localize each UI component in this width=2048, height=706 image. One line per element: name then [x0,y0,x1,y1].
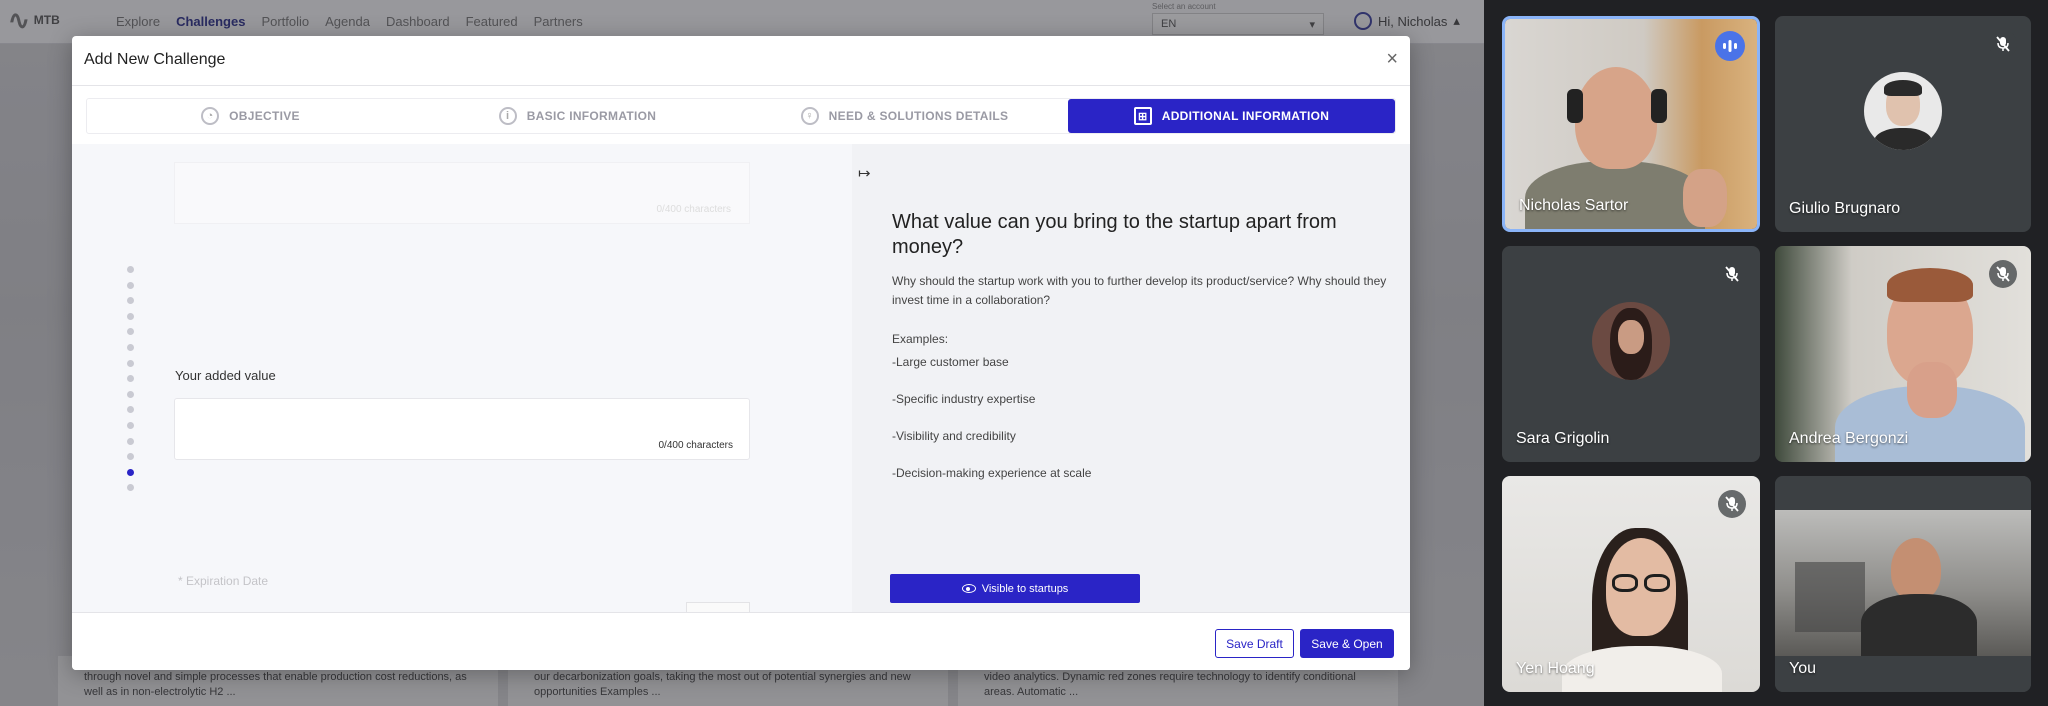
grid-plus-icon: ⊞ [1133,107,1152,125]
section-progress-dot[interactable] [127,406,134,414]
modal-title: Add New Challenge [84,51,226,68]
shared-screen: ∿ MTB Explore Challenges Portfolio Agend… [0,0,1484,706]
participant-name: Yen Hoang [1516,660,1595,677]
participant-name: Sara Grigolin [1516,430,1610,447]
save-draft-button[interactable]: Save Draft [1215,629,1294,658]
example-item: -Specific industry expertise [892,392,1036,406]
collapse-panel-icon[interactable]: ↦ [858,164,871,182]
visible-to-startups-button[interactable]: Visible to startups [890,574,1140,603]
video-shape [1644,574,1670,592]
step-label: ADDITIONAL INFORMATION [1161,109,1330,123]
add-challenge-modal: Add New Challenge × ◔ OBJECTIVE i BASIC … [72,36,1410,670]
video-shape [1683,169,1727,227]
section-progress-dot[interactable] [127,266,134,273]
step-objective[interactable]: ◔ OBJECTIVE [87,99,414,133]
modal-footer: Save Draft Save & Open [72,612,1410,670]
section-progress-dot[interactable] [127,437,134,445]
video-shape [1651,89,1667,123]
help-examples: Examples: -Large customer base -Specific… [892,330,1392,501]
microphone-off-icon [1718,490,1746,518]
example-item: -Visibility and credibility [892,429,1016,443]
participant-name: Andrea Bergonzi [1789,430,1909,447]
step-label: NEED & SOLUTIONS DETAILS [828,109,1009,123]
close-icon[interactable]: × [1386,48,1398,71]
info-icon: i [498,107,517,125]
section-progress-dot[interactable] [127,343,134,351]
wizard-stepper: ◔ OBJECTIVE i BASIC INFORMATION ♀ NEED &… [86,98,1396,134]
form-pane: 0/400 characters Your added value 0/400 … [72,144,852,622]
char-counter: 0/400 characters [658,440,734,451]
video-shape [1612,574,1638,592]
eye-icon [961,584,976,593]
speaking-indicator-icon [1715,31,1745,61]
video-shape [1618,320,1644,354]
video-shape [1907,362,1957,418]
video-shape [1891,538,1941,600]
step-basic-information[interactable]: i BASIC INFORMATION [414,99,741,133]
step-additional-information[interactable]: ⊞ ADDITIONAL INFORMATION [1068,99,1395,133]
participant-avatar [1592,302,1670,380]
added-value-label: Your added value [175,368,276,383]
section-progress-dot[interactable] [127,484,134,492]
objective-icon: ◔ [201,107,220,125]
video-shape [1874,128,1932,150]
step-need-solutions-details[interactable]: ♀ NEED & SOLUTIONS DETAILS [741,99,1068,133]
microphone-off-icon [1718,260,1746,288]
participant-name: Giulio Brugnaro [1789,200,1901,217]
section-progress-dot[interactable] [127,390,134,398]
lightbulb-icon: ♀ [800,107,819,125]
help-description: Why should the startup work with you to … [892,274,1387,307]
section-progress-dot[interactable] [127,359,134,367]
section-progress-dot[interactable] [127,328,134,336]
participant-tile[interactable]: Nicholas Sartor [1502,16,1760,232]
added-value-textarea[interactable]: 0/400 characters [174,398,750,460]
visible-button-label: Visible to startups [981,582,1069,595]
section-progress-dot[interactable] [127,297,134,305]
examples-title: Examples: [892,332,949,346]
step-label: OBJECTIVE [229,109,300,123]
help-pane: ↦ What value can you bring to the startu… [852,144,1410,612]
participant-tile[interactable]: Sara Grigolin [1502,246,1760,462]
section-progress-dot[interactable] [127,312,134,320]
video-shape [1861,594,1977,656]
previous-textarea[interactable]: 0/400 characters [174,162,750,224]
microphone-off-icon [1989,30,2017,58]
section-progress-dot[interactable] [127,421,134,429]
participant-tile[interactable]: You [1775,476,2031,692]
help-title: What value can you bring to the startup … [892,211,1337,258]
char-counter: 0/400 characters [656,204,732,215]
example-item: -Large customer base [892,355,1009,369]
video-shape [1567,89,1583,123]
participant-name: Nicholas Sartor [1519,197,1629,214]
participant-name: You [1789,660,1816,677]
participant-tile[interactable]: Yen Hoang [1502,476,1760,692]
microphone-off-icon [1989,260,2017,288]
modal-header: Add New Challenge × [72,36,1410,86]
participant-tile[interactable]: Giulio Brugnaro [1775,16,2031,232]
section-progress-dot[interactable] [127,375,134,383]
participant-avatar [1864,72,1942,150]
video-shape [1884,80,1922,96]
step-label: BASIC INFORMATION [526,109,657,123]
video-shape [1887,268,1973,302]
participant-tile[interactable]: Andrea Bergonzi [1775,246,2031,462]
video-shape [1795,562,1865,632]
section-progress-dot[interactable] [127,453,134,461]
save-open-button[interactable]: Save & Open [1300,629,1394,658]
example-item: -Decision-making experience at scale [892,466,1092,480]
video-shape [1575,67,1657,169]
section-progress-dot[interactable] [127,468,134,476]
modal-body: 0/400 characters Your added value 0/400 … [72,144,1410,622]
section-progress-dot[interactable] [127,281,134,289]
section-progress-dots [127,266,134,492]
expiration-date-label: * Expiration Date [178,574,269,588]
